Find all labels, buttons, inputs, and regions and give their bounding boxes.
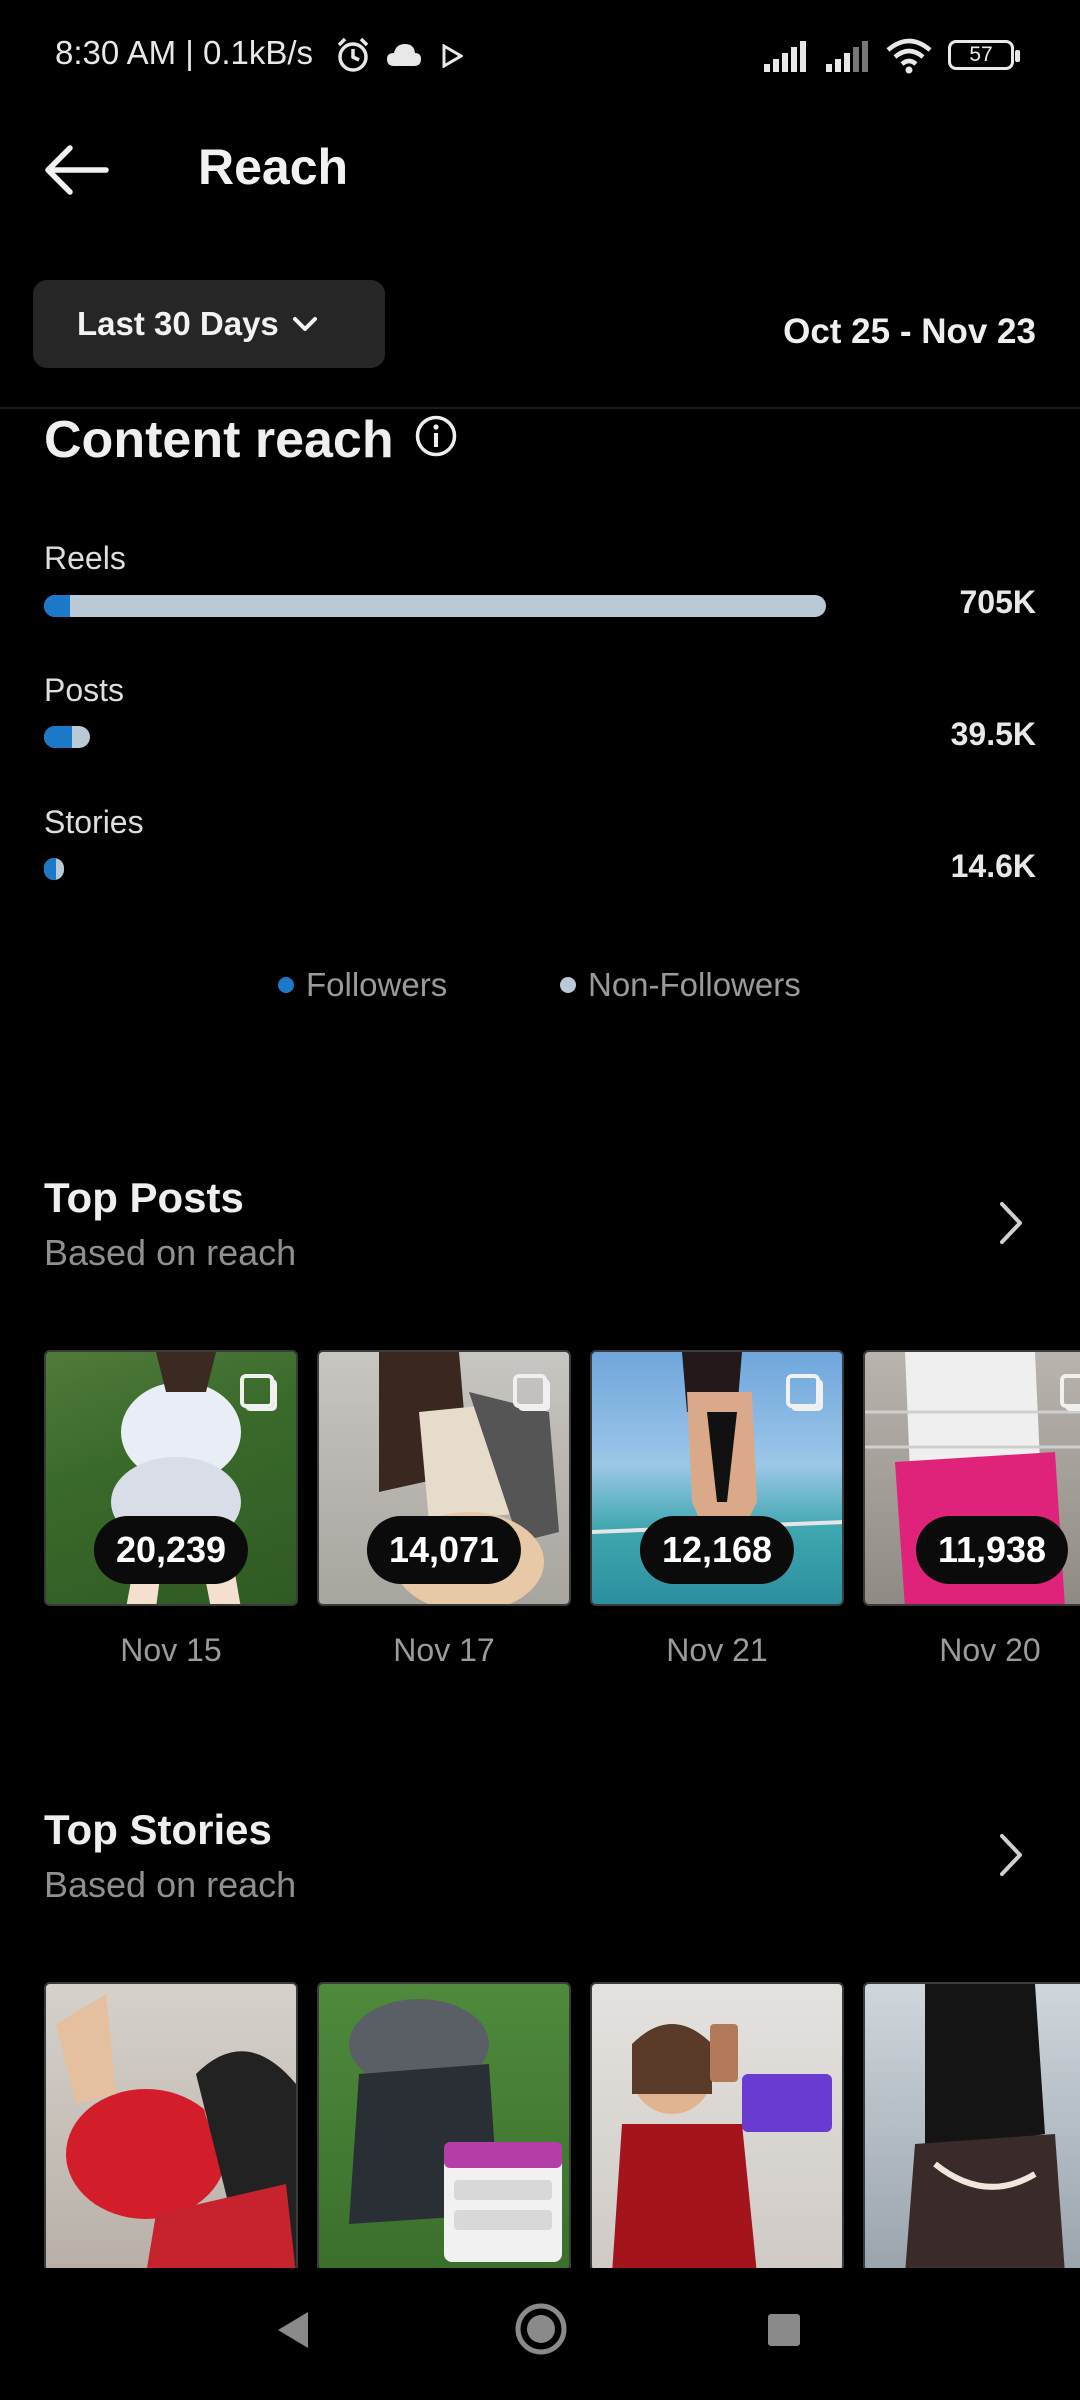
reach-count: 20,239 (93, 1516, 249, 1584)
alarm-icon (337, 37, 369, 72)
info-icon[interactable] (414, 414, 458, 458)
reach-label-reels: Reels (44, 540, 126, 576)
legend-followers-label: Followers (306, 966, 448, 1003)
top-posts-title: Top Posts (44, 1174, 244, 1221)
top-story-thumbnail[interactable] (317, 1982, 571, 2272)
period-dropdown[interactable]: Last 30 Days (33, 280, 385, 368)
top-posts-subtitle: Based on reach (44, 1232, 297, 1273)
followers-segment (44, 726, 72, 748)
reach-label-posts: Posts (44, 672, 125, 708)
signal-icon (826, 41, 868, 72)
chevron-right-icon[interactable] (996, 1198, 1026, 1248)
reach-value-stories: 14.6K (950, 848, 1036, 884)
legend-non-followers-label: Non-Followers (588, 966, 801, 1003)
date-range: Oct 25 - Nov 23 (783, 312, 1036, 351)
battery-icon: 57 (948, 40, 1020, 70)
story-image (349, 1999, 562, 2262)
page-title: Reach (198, 139, 349, 195)
nav-back-icon[interactable] (272, 2308, 312, 2352)
top-stories-subtitle: Based on reach (44, 1864, 297, 1905)
top-story-thumbnail[interactable] (44, 1982, 298, 2272)
system-nav-bar (0, 2268, 1080, 2400)
legend-non-followers: Non-Followers (560, 966, 801, 1004)
post-date: Nov 17 (393, 1632, 495, 1668)
play-icon (442, 44, 463, 68)
followers-segment (44, 858, 56, 880)
top-post-thumbnail[interactable]: 11,938 (863, 1350, 1080, 1606)
status-bar: 8:30 AM | 0.1kB/s 57 (0, 0, 1080, 115)
multi-select-icon (1060, 1374, 1080, 1408)
followers-dot (278, 977, 294, 993)
content-reach-title: Content reach (44, 411, 394, 469)
top-story-thumbnail[interactable] (863, 1982, 1080, 2272)
multi-select-icon (513, 1374, 547, 1408)
reach-label-stories: Stories (44, 804, 144, 840)
story-image (612, 2024, 832, 2270)
nav-home-icon[interactable] (514, 2302, 568, 2356)
reach-value-posts: 39.5K (950, 716, 1036, 752)
reach-count: 14,071 (366, 1516, 522, 1584)
reach-bar-reels (44, 595, 826, 617)
post-date: Nov 15 (120, 1632, 222, 1668)
reach-count: 12,168 (639, 1516, 795, 1584)
legend-followers: Followers (278, 966, 447, 1004)
top-story-thumbnail[interactable] (590, 1982, 844, 2272)
story-image (56, 1994, 296, 2270)
followers-segment (44, 595, 70, 617)
wifi-icon (886, 38, 932, 74)
cloud-icon (387, 44, 421, 66)
chevron-down-icon (292, 317, 317, 331)
reach-value-reels: 705K (959, 584, 1037, 620)
status-time-speed: 8:30 AM | 0.1kB/s (55, 34, 314, 71)
top-post-thumbnail[interactable]: 12,168 (590, 1350, 844, 1606)
reach-bar-stories (44, 858, 64, 880)
top-stories-title: Top Stories (44, 1806, 272, 1853)
multi-select-icon (240, 1374, 274, 1408)
reach-bar-posts (44, 726, 90, 748)
non-followers-dot (560, 977, 576, 993)
divider (0, 407, 1080, 409)
chevron-right-icon[interactable] (996, 1830, 1026, 1880)
back-arrow-icon[interactable] (40, 140, 112, 200)
signal-icon (764, 41, 806, 72)
reach-count: 11,938 (915, 1516, 1069, 1584)
top-post-thumbnail[interactable]: 14,071 (317, 1350, 571, 1606)
nav-recents-icon[interactable] (766, 2312, 802, 2348)
top-post-thumbnail[interactable]: 20,239 (44, 1350, 298, 1606)
story-image (905, 1984, 1065, 2270)
post-date: Nov 20 (939, 1632, 1041, 1668)
multi-select-icon (786, 1374, 820, 1408)
period-dropdown-label: Last 30 Days (77, 305, 279, 342)
post-date: Nov 21 (666, 1632, 768, 1668)
